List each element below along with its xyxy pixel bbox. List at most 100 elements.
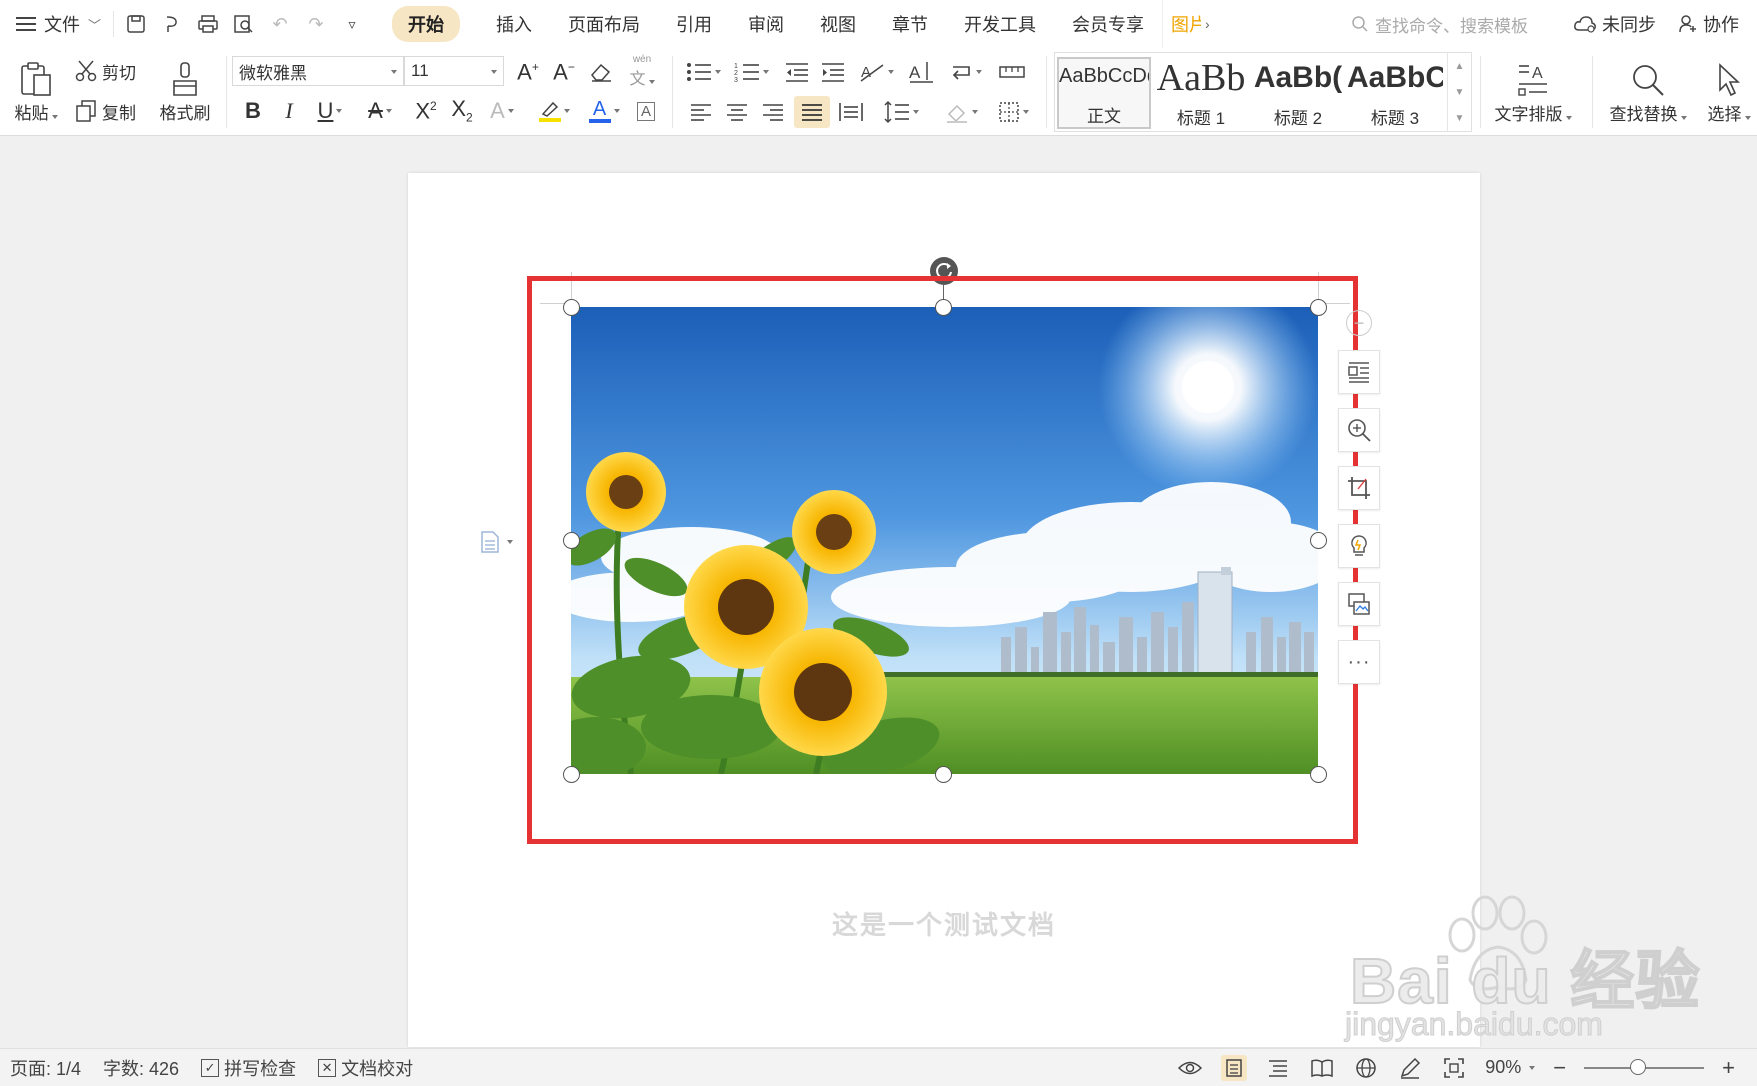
highlight-button[interactable] xyxy=(534,96,574,126)
decrease-indent-button[interactable] xyxy=(782,58,812,86)
zoom-slider-knob[interactable] xyxy=(1630,1058,1647,1075)
clear-format-button[interactable] xyxy=(586,58,616,86)
save-icon[interactable] xyxy=(124,12,148,36)
picture-quick-tools: − ··· xyxy=(1338,310,1380,698)
sync-status-button[interactable]: 未同步 xyxy=(1573,11,1656,37)
collaborate-button[interactable]: 协作 xyxy=(1678,11,1739,37)
sort-button[interactable]: A xyxy=(906,58,936,86)
styles-scroller[interactable]: ▲ ▼ ▼ xyxy=(1447,53,1471,131)
tab-home[interactable]: 开始 xyxy=(374,0,478,48)
wrap-text-button[interactable] xyxy=(1338,350,1380,394)
reading-view-button[interactable] xyxy=(1309,1055,1335,1081)
tab-review[interactable]: 审阅 xyxy=(730,0,802,48)
align-center-button[interactable] xyxy=(722,98,752,126)
superscript-button[interactable]: X2 xyxy=(410,96,442,126)
crop-button[interactable] xyxy=(1338,466,1380,510)
tab-picture-tools[interactable]: 图片 › xyxy=(1162,0,1218,48)
text-direction-button[interactable]: A xyxy=(856,58,896,86)
shading-button[interactable] xyxy=(940,98,982,126)
highlighter-icon xyxy=(538,100,561,122)
page-indicator[interactable]: 页面: 1/4 xyxy=(10,1055,81,1081)
find-replace-button[interactable]: 查找替换 xyxy=(1604,56,1692,130)
format-painter-button[interactable]: 格式刷 xyxy=(154,54,216,130)
char-border-button[interactable]: A xyxy=(632,96,660,126)
text-effect-button[interactable]: A xyxy=(486,96,518,126)
smart-effect-button[interactable] xyxy=(1338,524,1380,568)
web-view-button[interactable] xyxy=(1353,1055,1379,1081)
more-tools-button[interactable]: ··· xyxy=(1338,640,1380,684)
copy-button[interactable]: 复制 xyxy=(74,96,136,126)
zoom-picture-button[interactable] xyxy=(1338,408,1380,452)
bold-button[interactable]: B xyxy=(240,96,266,126)
file-menu[interactable]: 文件 ﹀ xyxy=(0,0,113,48)
tab-member[interactable]: 会员专享 xyxy=(1054,0,1162,48)
tab-developer[interactable]: 开发工具 xyxy=(946,0,1054,48)
increase-indent-button[interactable] xyxy=(818,58,848,86)
print-icon[interactable] xyxy=(196,12,220,36)
shrink-font-button[interactable]: A− xyxy=(550,58,578,86)
outline-view-button[interactable] xyxy=(1265,1055,1291,1081)
table-style-button[interactable] xyxy=(996,58,1028,86)
justify-button[interactable] xyxy=(794,96,830,128)
numbering-button[interactable]: 123 xyxy=(730,58,772,86)
cut-label: 剪切 xyxy=(102,63,136,83)
tab-view[interactable]: 视图 xyxy=(802,0,874,48)
tab-section[interactable]: 章节 xyxy=(874,0,946,48)
spell-check-button[interactable]: ✓ 拼写检查 xyxy=(201,1055,296,1081)
italic-button[interactable]: I xyxy=(276,96,302,126)
borders-button[interactable] xyxy=(992,98,1034,126)
style-heading-1[interactable]: AaBb 标题 1 xyxy=(1155,57,1247,129)
scroll-up-icon[interactable]: ▲ xyxy=(1455,61,1465,72)
subscript-button[interactable]: X2 xyxy=(446,96,478,126)
page-view-button[interactable] xyxy=(1221,1054,1248,1081)
write-mode-button[interactable] xyxy=(1397,1055,1423,1081)
align-left-button[interactable] xyxy=(686,98,716,126)
bullets-button[interactable] xyxy=(682,58,724,86)
style-heading-3[interactable]: AaBbC 标题 3 xyxy=(1347,57,1443,129)
zoom-slider[interactable] xyxy=(1584,1058,1705,1075)
doc-proof-button[interactable]: ✕ 文档校对 xyxy=(318,1055,413,1081)
align-right-button[interactable] xyxy=(758,98,788,126)
paste-button[interactable]: 粘贴 xyxy=(10,54,62,130)
more-styles-icon[interactable]: ▼ xyxy=(1455,113,1465,124)
line-spacing-button[interactable] xyxy=(880,98,922,126)
customize-qa-icon[interactable]: ▿ xyxy=(340,12,364,36)
font-color-button[interactable]: A xyxy=(584,96,624,126)
paragraph-handle[interactable] xyxy=(480,530,513,554)
collapse-tools-icon[interactable]: − xyxy=(1346,310,1372,336)
text-layout-button[interactable]: A 文字排版 xyxy=(1488,56,1578,130)
redo-icon[interactable]: ↷ xyxy=(304,12,328,36)
zoom-out-button[interactable]: − xyxy=(1553,1055,1566,1081)
eye-icon xyxy=(1178,1061,1203,1074)
tab-page-layout[interactable]: 页面布局 xyxy=(550,0,658,48)
phonetic-guide-button[interactable]: wén 文 xyxy=(622,54,662,88)
underline-button[interactable]: U xyxy=(310,96,350,126)
fit-page-button[interactable] xyxy=(1441,1055,1467,1081)
cut-button[interactable]: 剪切 xyxy=(74,56,136,86)
scroll-down-icon[interactable]: ▼ xyxy=(1455,87,1465,98)
strikethrough-button[interactable]: A xyxy=(360,96,400,126)
zoom-in-button[interactable]: + xyxy=(1722,1055,1735,1081)
font-size-select[interactable]: 11 xyxy=(404,56,504,86)
show-marks-button[interactable] xyxy=(944,58,986,86)
select-button[interactable]: 选择 xyxy=(1702,56,1756,130)
style-normal[interactable]: AaBbCcDd 正文 xyxy=(1057,57,1151,129)
zoom-level-select[interactable]: 90% xyxy=(1485,1057,1536,1078)
eye-protection-button[interactable] xyxy=(1177,1055,1203,1081)
tab-references[interactable]: 引用 xyxy=(658,0,730,48)
undo-icon[interactable]: ↶ xyxy=(268,12,292,36)
word-count[interactable]: 字数: 426 xyxy=(103,1055,179,1081)
find-replace-label: 查找替换 xyxy=(1609,104,1678,124)
style-heading-2[interactable]: AaBb( 标题 2 xyxy=(1251,57,1345,129)
export-pdf-icon[interactable] xyxy=(160,12,184,36)
image-to-text-button[interactable] xyxy=(1338,582,1380,626)
font-size-value: 11 xyxy=(411,61,429,80)
watermark-url: jingyan.baidu.com xyxy=(1345,1006,1604,1043)
select-label: 选择 xyxy=(1707,104,1742,124)
grow-font-button[interactable]: A+ xyxy=(514,58,542,86)
distribute-button[interactable] xyxy=(836,98,866,126)
print-preview-icon[interactable] xyxy=(232,12,256,36)
tab-insert[interactable]: 插入 xyxy=(478,0,550,48)
command-search[interactable]: 查找命令、搜索模板 xyxy=(1351,12,1551,37)
font-name-select[interactable]: 微软雅黑 xyxy=(232,56,404,86)
